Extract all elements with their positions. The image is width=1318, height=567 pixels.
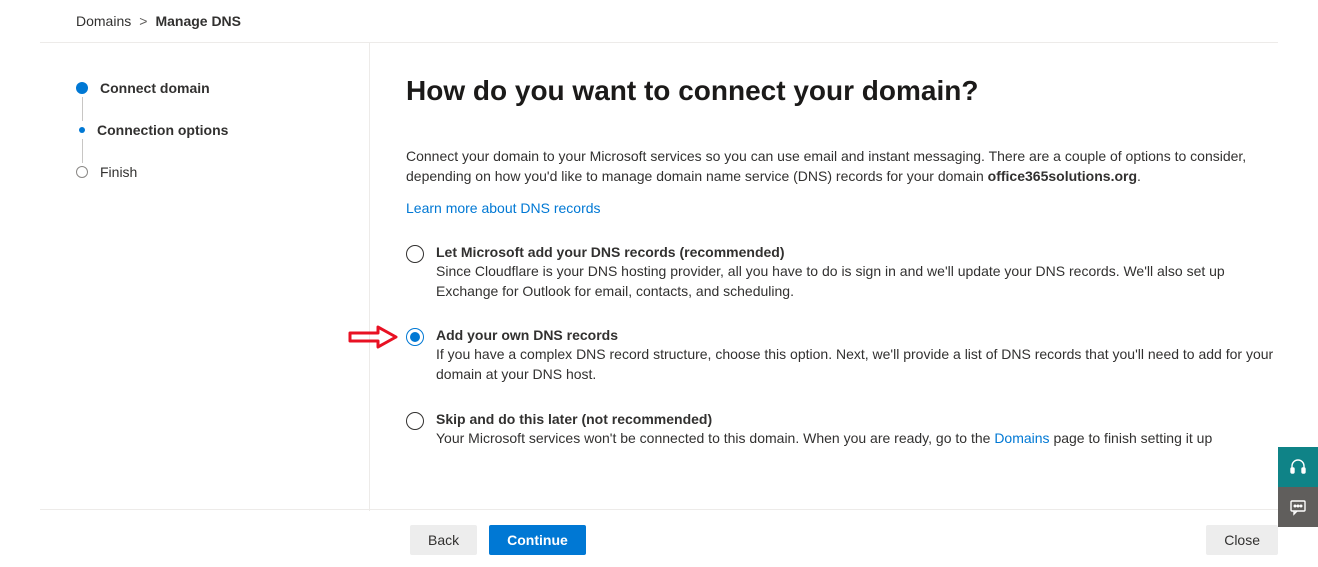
- option-title: Add your own DNS records: [436, 327, 1288, 343]
- step-dot-active-icon: [76, 82, 88, 94]
- feedback-button[interactable]: [1278, 487, 1318, 527]
- side-action-buttons: [1278, 447, 1318, 527]
- intro-domain: office365solutions.org: [988, 168, 1137, 184]
- breadcrumb-parent[interactable]: Domains: [76, 13, 131, 29]
- page-heading: How do you want to connect your domain?: [406, 75, 1288, 107]
- step-connector: [82, 97, 83, 121]
- close-button[interactable]: Close: [1206, 525, 1278, 555]
- options-group: Let Microsoft add your DNS records (reco…: [406, 244, 1288, 448]
- step-finish[interactable]: Finish: [76, 163, 369, 181]
- step-connector: [82, 139, 83, 163]
- intro-text: Connect your domain to your Microsoft se…: [406, 147, 1288, 186]
- red-arrow-icon: [348, 325, 398, 349]
- help-button[interactable]: [1278, 447, 1318, 487]
- domains-link[interactable]: Domains: [994, 430, 1049, 446]
- option-desc: If you have a complex DNS record structu…: [436, 345, 1288, 384]
- learn-more-link[interactable]: Learn more about DNS records: [406, 200, 601, 216]
- radio-button[interactable]: [406, 328, 424, 346]
- step-label: Connect domain: [100, 80, 210, 96]
- main-panel: How do you want to connect your domain? …: [370, 43, 1318, 511]
- step-label: Connection options: [97, 122, 228, 138]
- chat-icon: [1289, 498, 1307, 516]
- option-add-your-own[interactable]: Add your own DNS records If you have a c…: [406, 327, 1288, 384]
- radio-button[interactable]: [406, 245, 424, 263]
- breadcrumb: Domains > Manage DNS: [0, 0, 1318, 42]
- step-dot-pending-icon: [76, 166, 88, 178]
- breadcrumb-current: Manage DNS: [155, 13, 241, 29]
- back-button[interactable]: Back: [410, 525, 477, 555]
- wizard-steps-sidebar: Connect domain Connection options Finish: [0, 43, 370, 511]
- radio-button[interactable]: [406, 412, 424, 430]
- headset-icon: [1289, 458, 1307, 476]
- option-desc: Your Microsoft services won't be connect…: [436, 429, 1288, 449]
- continue-button[interactable]: Continue: [489, 525, 586, 555]
- option-title: Skip and do this later (not recommended): [436, 411, 1288, 427]
- step-label: Finish: [100, 164, 137, 180]
- option-desc: Since Cloudflare is your DNS hosting pro…: [436, 262, 1288, 301]
- chevron-right-icon: >: [139, 13, 147, 29]
- option-desc-suffix: page to finish setting it up: [1050, 430, 1213, 446]
- option-skip-later[interactable]: Skip and do this later (not recommended)…: [406, 411, 1288, 449]
- option-desc-prefix: Your Microsoft services won't be connect…: [436, 430, 994, 446]
- option-title: Let Microsoft add your DNS records (reco…: [436, 244, 1288, 260]
- content: Connect domain Connection options Finish…: [0, 43, 1318, 511]
- footer-bar: Back Continue Close: [40, 509, 1278, 567]
- intro-suffix: .: [1137, 168, 1141, 184]
- option-let-microsoft-add[interactable]: Let Microsoft add your DNS records (reco…: [406, 244, 1288, 301]
- step-connection-options[interactable]: Connection options: [76, 121, 369, 139]
- step-connect-domain[interactable]: Connect domain: [76, 79, 369, 97]
- step-dot-sub-icon: [79, 127, 85, 133]
